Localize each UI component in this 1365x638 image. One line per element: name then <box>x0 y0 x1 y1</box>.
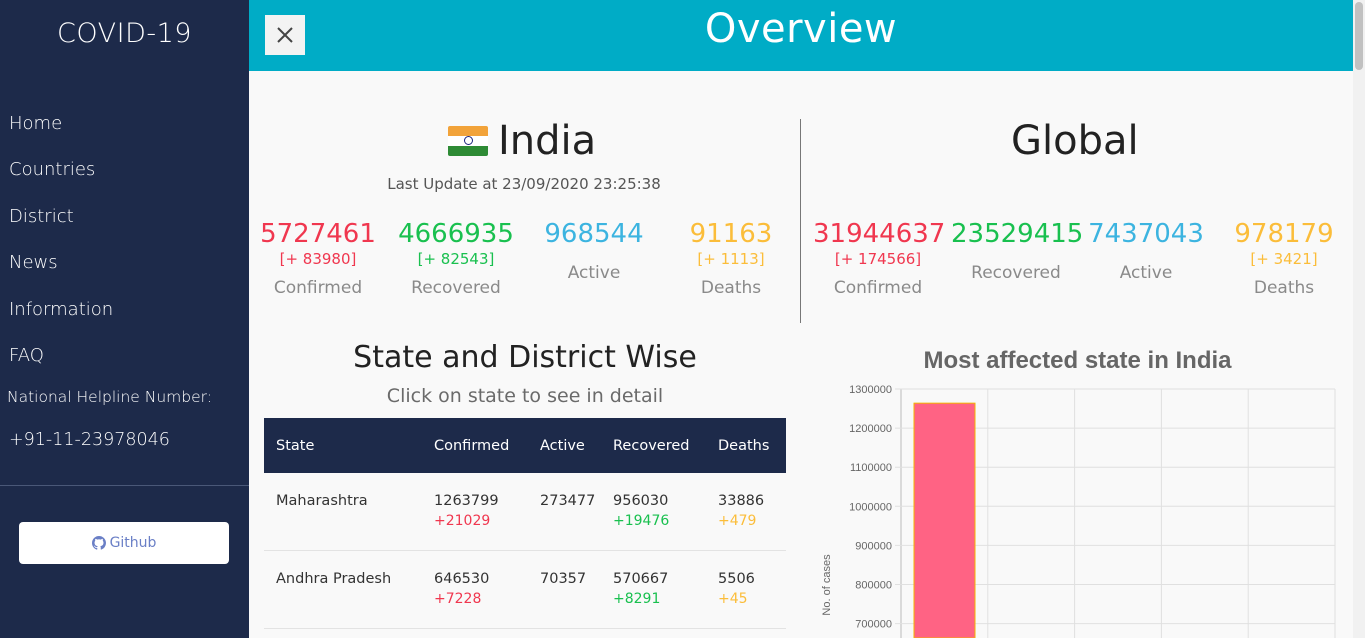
state-table: State Confirmed Active Recovered Deaths … <box>264 418 786 629</box>
india-recovered-stat: 4666935 [+ 82543] Recovered <box>391 219 521 307</box>
recovered-delta: +8291 <box>613 591 661 607</box>
brand-title: COVID-19 <box>57 18 192 49</box>
confirmed-value: 646530 <box>434 571 490 587</box>
recovered-value: 570667 <box>613 571 669 587</box>
sidebar-item-faq[interactable]: FAQ <box>0 342 249 388</box>
recovered-value: 956030 <box>613 493 669 509</box>
global-recovered-label: Recovered <box>971 263 1061 283</box>
active-value: 273477 <box>540 493 596 509</box>
y-tick-label: 1300000 <box>849 384 892 396</box>
global-recovered-value: 23529415 <box>951 219 1084 249</box>
most-affected-chart: 1300000 1200000 1100000 1000000 900000 800000… <box>821 384 1336 638</box>
india-title: India <box>448 118 596 164</box>
y-tick-label: 1200000 <box>849 423 892 435</box>
sidebar-item-district[interactable]: District <box>0 203 249 249</box>
india-deaths-label: Deaths <box>700 278 762 298</box>
india-confirmed-stat: 5727461 [+ 83980] Confirmed <box>253 219 383 307</box>
india-confirmed-label: Confirmed <box>273 278 363 298</box>
india-confirmed-value: 5727461 <box>260 219 376 249</box>
sidebar: COVID-19 Home Countries District News In… <box>0 0 249 638</box>
bar-maharashtra <box>913 402 976 638</box>
india-recovered-delta: [+ 82543] <box>417 250 495 268</box>
y-tick-label: 1000000 <box>849 501 892 513</box>
global-title-text: Global <box>1011 118 1139 164</box>
col-deaths: Deaths <box>718 437 770 454</box>
state-section-subtitle: Click on state to see in detail <box>386 385 664 407</box>
sidebar-item-news[interactable]: News <box>0 249 249 295</box>
active-value: 70357 <box>540 571 587 587</box>
india-title-text: India <box>498 118 597 164</box>
global-active-label: Active <box>1119 263 1173 283</box>
global-active-stat: 7437043 Active <box>1081 219 1211 297</box>
col-active: Active <box>540 437 585 454</box>
sidebar-item-home[interactable]: Home <box>0 110 249 156</box>
deaths-value: 33886 <box>718 493 765 509</box>
confirmed-delta: +7228 <box>434 591 482 607</box>
y-tick-label: 900000 <box>855 540 892 552</box>
india-active-stat: 968544 Active <box>529 219 659 297</box>
y-tick-label: 700000 <box>855 619 892 631</box>
y-tick-label: 1100000 <box>850 462 892 474</box>
table-row[interactable]: Maharashtra 1263799 +21029 273477 956030 +… <box>264 473 786 551</box>
y-axis-label: No. of cases <box>821 554 833 616</box>
last-update: Last Update at 23/09/2020 23:25:38 <box>387 175 661 193</box>
global-confirmed-label: Confirmed <box>833 278 923 298</box>
global-confirmed-value: 31944637 <box>813 219 946 249</box>
scrollbar[interactable] <box>1353 0 1365 638</box>
col-state: State <box>276 437 315 454</box>
global-deaths-label: Deaths <box>1253 278 1315 298</box>
col-confirmed: Confirmed <box>434 437 510 454</box>
scrollbar-thumb[interactable] <box>1355 2 1363 70</box>
recovered-delta: +19476 <box>613 513 670 529</box>
y-tick-label: 800000 <box>855 580 892 592</box>
global-deaths-delta: [+ 3421] <box>1250 250 1318 268</box>
col-recovered: Recovered <box>613 437 690 454</box>
india-recovered-label: Recovered <box>411 278 501 298</box>
india-flag-icon <box>448 126 488 156</box>
github-icon <box>91 536 106 550</box>
global-confirmed-delta: [+ 174566] <box>834 250 922 268</box>
confirmed-delta: +21029 <box>434 513 491 529</box>
github-button[interactable]: Github <box>19 522 229 564</box>
deaths-value: 5506 <box>718 571 755 587</box>
india-active-label: Active <box>567 263 621 283</box>
india-deaths-stat: 91163 [+ 1113] Deaths <box>666 219 796 307</box>
table-row[interactable]: Andhra Pradesh 646530 +7228 70357 570667 +… <box>264 551 786 629</box>
deaths-delta: +479 <box>718 513 757 529</box>
close-icon <box>277 27 293 43</box>
state-name: Maharashtra <box>276 493 368 509</box>
state-name: Andhra Pradesh <box>276 571 392 587</box>
global-confirmed-stat: 31944637 [+ 174566] Confirmed <box>813 219 946 307</box>
state-section-title: State and District Wise <box>353 340 697 375</box>
github-label: Github <box>109 535 157 551</box>
global-deaths-value: 978179 <box>1234 219 1334 249</box>
confirmed-value: 1263799 <box>434 493 499 509</box>
india-confirmed-delta: [+ 83980] <box>279 250 357 268</box>
close-sidebar-button[interactable] <box>265 15 305 55</box>
global-title: Global <box>1011 118 1139 164</box>
india-deaths-value: 91163 <box>689 219 773 249</box>
global-active-value: 7437043 <box>1088 219 1204 249</box>
stats-divider <box>800 119 801 323</box>
helpline-label: National Helpline Number: <box>7 388 212 406</box>
sidebar-nav: Home Countries District News Information… <box>0 110 249 388</box>
top-header: Overview <box>249 0 1353 71</box>
state-table-header: State Confirmed Active Recovered Deaths <box>264 418 786 473</box>
sidebar-item-information[interactable]: Information <box>0 296 249 342</box>
india-recovered-value: 4666935 <box>398 219 514 249</box>
sidebar-divider <box>0 485 249 486</box>
global-recovered-stat: 23529415 Recovered <box>951 219 1084 297</box>
global-deaths-stat: 978179 [+ 3421] Deaths <box>1219 219 1349 307</box>
chart-title: Most affected state in India <box>923 347 1232 374</box>
india-deaths-delta: [+ 1113] <box>697 250 765 268</box>
sidebar-item-countries[interactable]: Countries <box>0 156 249 202</box>
page-title: Overview <box>704 6 898 52</box>
deaths-delta: +45 <box>718 591 748 607</box>
helpline-number[interactable]: +91-11-23978046 <box>9 430 170 450</box>
india-active-value: 968544 <box>544 219 644 249</box>
